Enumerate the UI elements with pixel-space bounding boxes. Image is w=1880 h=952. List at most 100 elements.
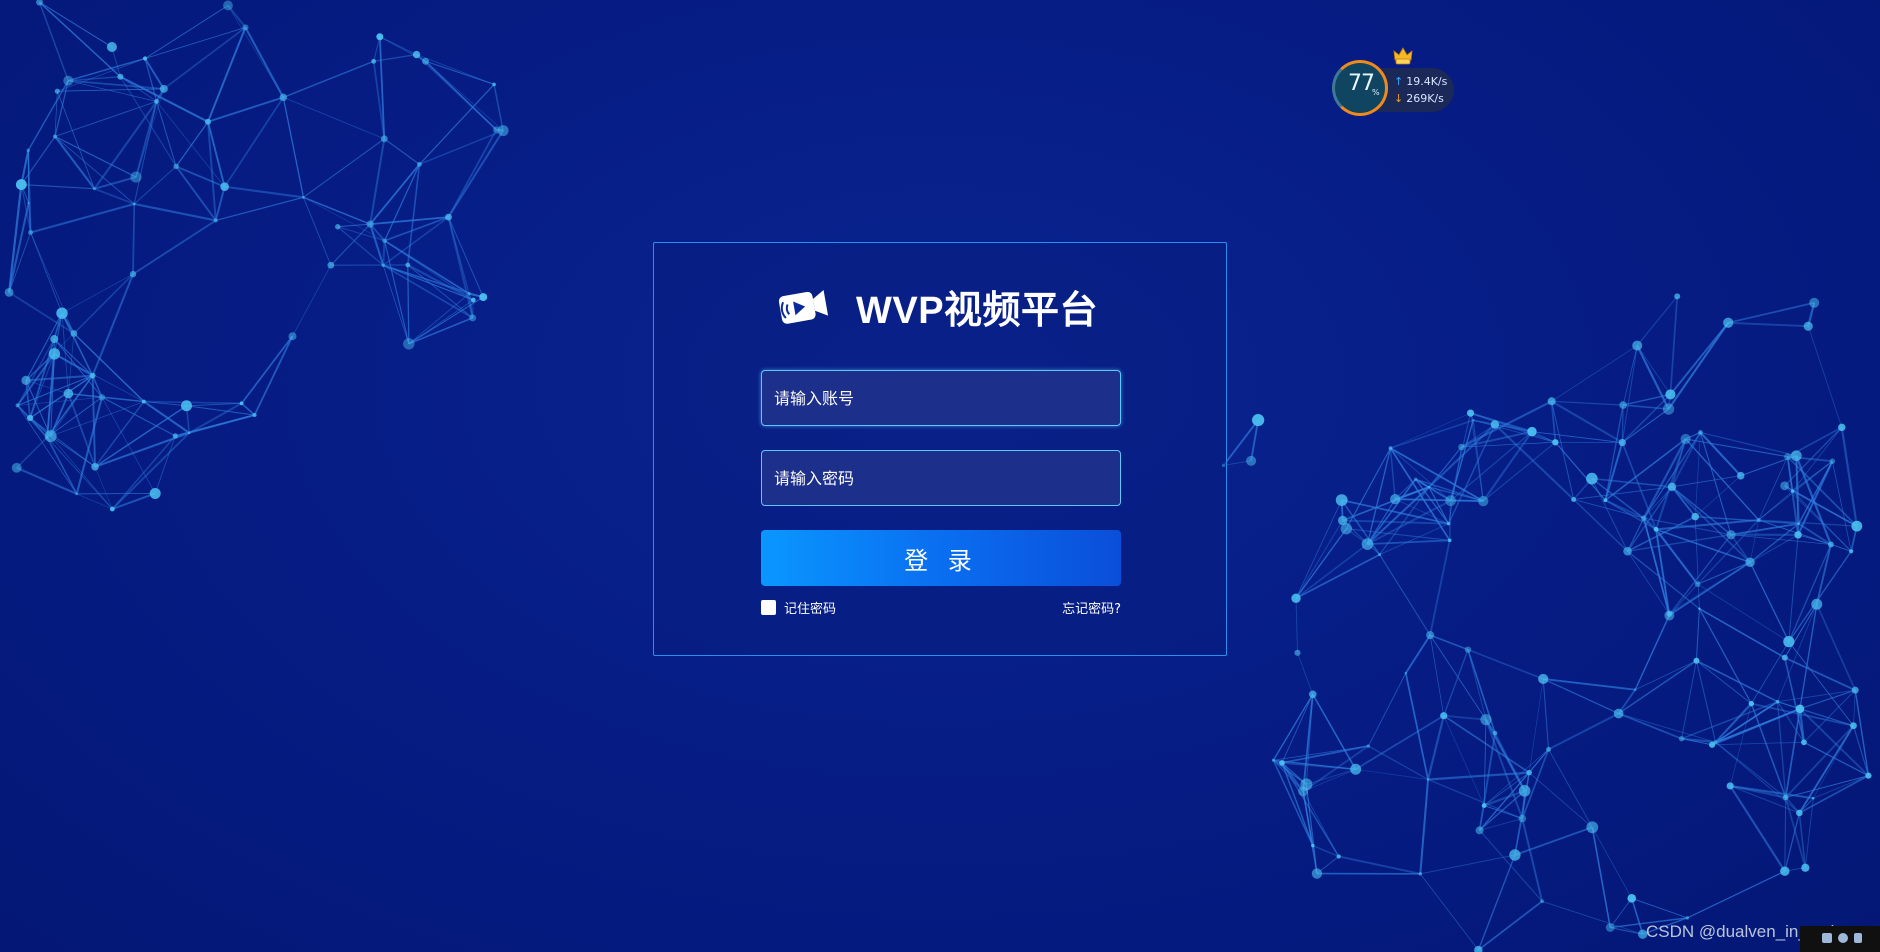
network-node	[1478, 495, 1489, 507]
network-link	[1420, 854, 1516, 875]
network-link	[1429, 635, 1445, 716]
network-link	[1630, 898, 1644, 935]
network-link	[1694, 432, 1701, 517]
network-node	[1571, 496, 1577, 502]
network-node	[4, 287, 14, 297]
network-node	[188, 431, 191, 435]
network-link	[1295, 598, 1298, 653]
tray-expand-icon[interactable]	[1854, 933, 1862, 943]
network-link	[1813, 775, 1869, 799]
username-input[interactable]	[762, 371, 1120, 425]
network-link	[1854, 690, 1870, 776]
network-node	[1632, 340, 1643, 351]
network-node	[1586, 821, 1599, 834]
network-node	[223, 0, 233, 11]
network-link	[1623, 404, 1669, 410]
forgot-password-link[interactable]: 忘记密码?	[1054, 598, 1121, 617]
network-node	[1426, 631, 1435, 640]
network-link	[303, 196, 371, 225]
password-input[interactable]	[762, 451, 1120, 505]
network-link	[1728, 321, 1809, 328]
network-link	[188, 402, 243, 434]
network-node	[28, 230, 34, 236]
network-node	[1667, 482, 1677, 492]
network-node	[27, 414, 34, 422]
network-link	[1448, 500, 1452, 541]
network-node	[1294, 649, 1301, 656]
network-link	[1295, 543, 1368, 599]
network-link	[73, 273, 134, 335]
network-link	[1840, 427, 1858, 527]
network-link	[373, 36, 381, 62]
network-link	[1427, 771, 1530, 781]
network-link	[39, 1, 113, 48]
network-node	[54, 88, 60, 94]
network-node	[1279, 760, 1285, 766]
network-link	[119, 75, 209, 123]
network-node	[1475, 826, 1484, 835]
network-link	[1295, 528, 1347, 599]
network-node	[21, 375, 31, 386]
network-node	[380, 135, 388, 143]
remember-password[interactable]: 记住密码	[761, 598, 836, 617]
network-link	[383, 138, 420, 165]
network-link	[408, 293, 470, 345]
network-node	[1713, 740, 1718, 745]
network-node	[239, 401, 244, 406]
network-node	[371, 58, 377, 64]
network-link	[1622, 408, 1669, 443]
network-link	[156, 101, 177, 167]
network-node	[1366, 744, 1371, 748]
network-node	[1698, 430, 1703, 435]
network-node	[1850, 722, 1857, 730]
network-node	[1698, 607, 1701, 610]
network-node	[1271, 758, 1275, 762]
network-link	[133, 166, 177, 205]
remember-password-checkbox[interactable]	[761, 600, 776, 615]
network-link	[144, 27, 246, 59]
network-node	[1586, 472, 1598, 485]
network-speed-widget[interactable]: 77 % ↑ 19.4K/s ↓ 269K/s	[1332, 47, 1454, 120]
network-link	[111, 432, 190, 510]
upload-arrow-icon: ↑	[1394, 75, 1404, 88]
network-link	[1621, 345, 1638, 443]
network-link	[382, 240, 386, 266]
network-node	[1829, 458, 1836, 464]
network-node	[1446, 521, 1451, 526]
tray-network-icon[interactable]	[1838, 933, 1848, 943]
network-link	[407, 264, 410, 344]
network-node	[1685, 916, 1690, 920]
network-node	[376, 33, 384, 41]
network-node	[417, 161, 422, 167]
network-link	[1681, 660, 1697, 739]
network-link	[1297, 652, 1314, 695]
network-link	[30, 232, 63, 314]
network-node	[129, 270, 137, 278]
network-node	[117, 73, 124, 80]
network-link	[1281, 762, 1356, 771]
network-node	[1838, 423, 1846, 432]
network-link	[94, 187, 135, 205]
network-node	[1464, 646, 1472, 653]
network-node	[1336, 854, 1341, 859]
video-camera-icon	[778, 290, 829, 324]
download-speed-value: 269K/s	[1406, 92, 1444, 105]
network-link	[1730, 784, 1814, 800]
network-node	[75, 492, 79, 496]
network-link	[1443, 649, 1469, 716]
network-link	[408, 317, 473, 345]
network-link	[1668, 561, 1751, 616]
network-link	[406, 164, 421, 266]
network-link	[1542, 678, 1550, 750]
tray-keyboard-icon[interactable]	[1822, 933, 1832, 943]
network-link	[25, 379, 69, 395]
network-link	[1390, 412, 1471, 449]
network-node	[1298, 786, 1309, 797]
login-button[interactable]: 登 录	[761, 530, 1121, 586]
network-node	[1291, 593, 1301, 603]
network-link	[1543, 677, 1636, 691]
network-node	[1311, 868, 1323, 879]
network-link	[8, 202, 30, 293]
network-link	[1667, 322, 1730, 410]
network-link	[425, 60, 504, 131]
